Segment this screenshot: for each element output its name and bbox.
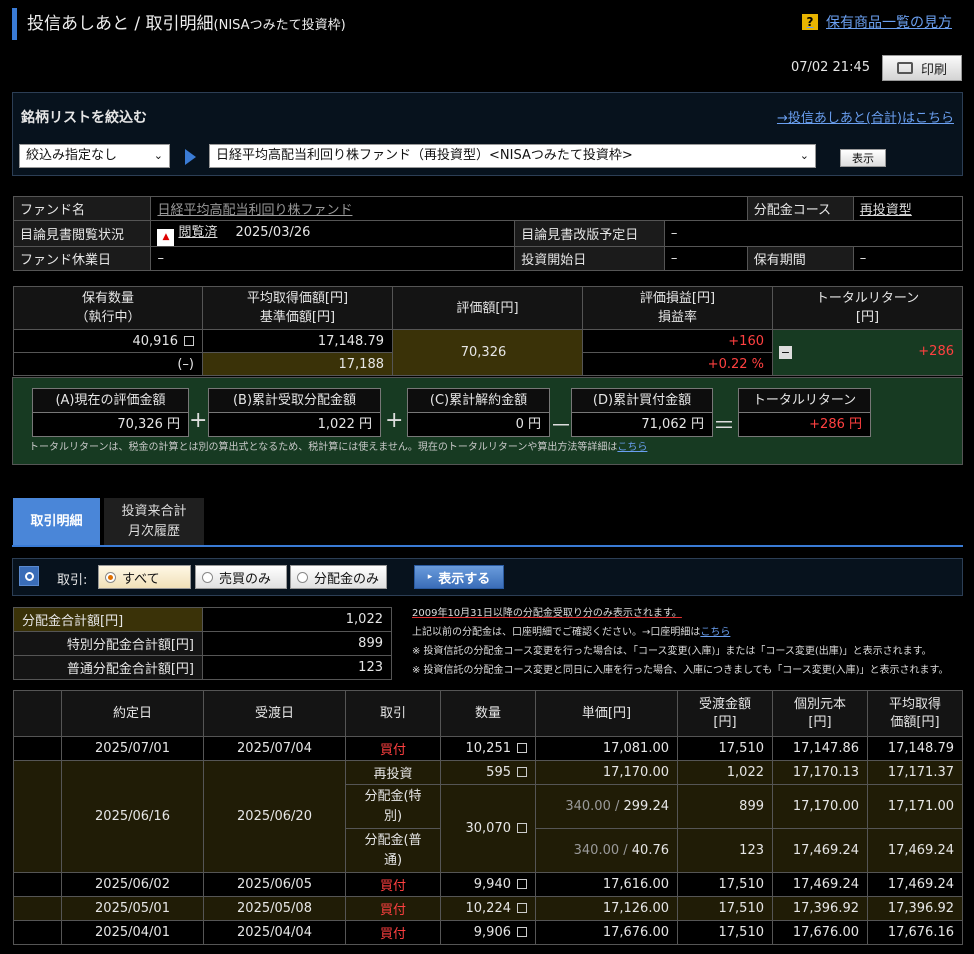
pdf-icon: ▲ bbox=[157, 229, 175, 246]
tab-monthly-history[interactable]: 投資来合計 月次履歴 bbox=[104, 498, 204, 546]
table-row: 2025/06/16 2025/06/20 再投資 595 17,170.00 1,… bbox=[13, 760, 963, 873]
trade-filter-bar: 取引: すべて 売買のみ 分配金のみ ▸ 表示する bbox=[12, 558, 963, 596]
checkbox-icon bbox=[517, 767, 527, 777]
arrow-right-icon bbox=[185, 149, 196, 165]
checkbox-icon bbox=[517, 903, 527, 913]
dist-total-box: (B)累計受取分配金額 1,022 円 bbox=[208, 388, 381, 437]
checkbox-icon bbox=[517, 743, 527, 753]
tab-divider bbox=[12, 545, 963, 547]
help-link[interactable]: ? 保有商品一覧の見方 bbox=[802, 12, 952, 32]
radio-icon bbox=[105, 571, 116, 583]
fund-name-link[interactable]: 日経平均高配当利回り株ファンド bbox=[157, 203, 352, 218]
table-row: 2025/05/01 2025/05/08 買付 10,224 17,126.00… bbox=[13, 896, 963, 921]
fund-select[interactable]: 日経平均高配当利回り株ファンド（再投資型）<NISAつみたて投資枠> ⌄ bbox=[209, 144, 816, 168]
chevron-down-icon: ⌄ bbox=[799, 149, 809, 162]
account-detail-link[interactable]: こちら bbox=[700, 627, 730, 638]
table-row: 2025/07/01 2025/07/04 買付 10,251 17,081.00… bbox=[13, 736, 963, 761]
checkbox-icon bbox=[517, 823, 527, 833]
total-return-summary: (A)現在の評価金額 70,326 円 + (B)累計受取分配金額 1,022 円 … bbox=[12, 377, 963, 465]
printer-icon bbox=[896, 62, 913, 74]
datetime: 07/02 21:45 bbox=[790, 60, 870, 75]
radio-icon bbox=[297, 571, 308, 583]
prospectus-link[interactable]: 閲覧済 bbox=[178, 225, 217, 240]
chevron-down-icon: ⌄ bbox=[153, 149, 163, 162]
print-button[interactable]: 印刷 bbox=[882, 55, 962, 81]
radio-trade-only[interactable]: 売買のみ bbox=[195, 565, 287, 589]
tab-trade-details[interactable]: 取引明細 bbox=[13, 498, 100, 546]
radio-all[interactable]: すべて bbox=[98, 565, 191, 589]
filter-panel: 銘柄リストを絞込む →投信あしあと(合計)はこちら 絞込み指定なし ⌄ 日経平均高… bbox=[12, 92, 963, 176]
redeem-total-box: (C)累計解約金額 0 円 bbox=[407, 388, 550, 437]
current-eval-box: (A)現在の評価金額 70,326 円 bbox=[32, 388, 189, 437]
radio-dist-only[interactable]: 分配金のみ bbox=[290, 565, 387, 589]
display-button[interactable]: ▸ 表示する bbox=[414, 565, 504, 589]
question-icon: ? bbox=[802, 14, 818, 30]
arrow-right-icon: ▸ bbox=[427, 572, 433, 582]
position-table: 保有数量 （執行中） 平均取得価額[円] 基準価額[円] 評価額[円] 評価損益[円… bbox=[13, 286, 963, 376]
search-icon bbox=[19, 566, 39, 586]
checkbox-icon bbox=[184, 335, 194, 346]
transaction-history-table: 約定日 受渡日 取引 数量 単価[円] 受渡金額 [円] 個別元本 [円] 平均取得… bbox=[13, 690, 963, 945]
checkbox-icon bbox=[517, 879, 527, 889]
total-return-box: トータルリターン +286 円 bbox=[738, 388, 871, 437]
course-link[interactable]: 再投資型 bbox=[860, 203, 912, 218]
minus-icon[interactable]: − bbox=[779, 346, 792, 359]
radio-icon bbox=[202, 571, 213, 583]
show-button[interactable]: 表示 bbox=[840, 149, 886, 167]
notes: 2009年10月31日以降の分配金受取り分のみ表示されます。 上記以前の分配金は… bbox=[412, 608, 949, 676]
filter-title: 銘柄リストを絞込む bbox=[21, 110, 147, 126]
table-row: 2025/04/01 2025/04/04 買付 9,906 17,676.00 1… bbox=[13, 920, 963, 945]
narrow-select[interactable]: 絞込み指定なし ⌄ bbox=[19, 144, 170, 168]
buy-total-box: (D)累計買付金額 71,062 円 bbox=[571, 388, 713, 437]
dist-totals-table: 分配金合計額[円] 1,022 特別分配金合計額[円] 899 普通分配金合計額[円… bbox=[13, 607, 392, 680]
summary-note: トータルリターンは、税金の計算とは別の算出式となるため、税計算には使えません。現… bbox=[29, 442, 648, 453]
page-title: 投信あしあと / 取引明細(NISAつみたて投資枠) bbox=[12, 8, 452, 40]
checkbox-icon bbox=[517, 927, 527, 937]
detail-link[interactable]: こちら bbox=[617, 442, 647, 453]
total-link[interactable]: →投信あしあと(合計)はこちら bbox=[777, 107, 954, 126]
fund-info-table: ファンド名 日経平均高配当利回り株ファンド 分配金コース 再投資型 目論見書閲覧… bbox=[12, 196, 964, 271]
table-row: 2025/06/02 2025/06/05 買付 9,940 17,616.00 1… bbox=[13, 872, 963, 897]
